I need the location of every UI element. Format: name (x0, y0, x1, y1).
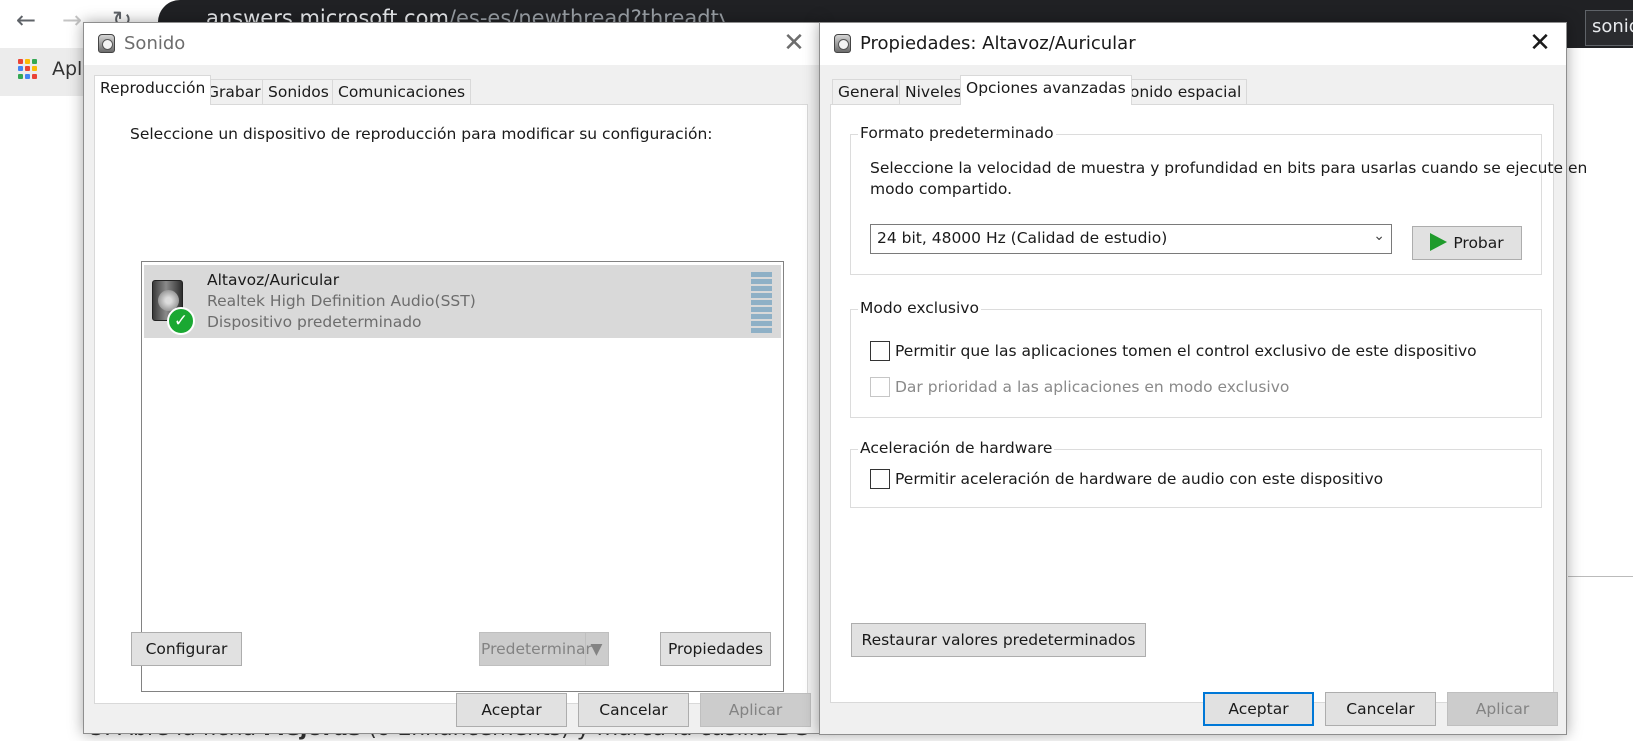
default-format-legend: Formato predeterminado (858, 124, 1056, 142)
test-button[interactable]: Probar (1412, 226, 1522, 260)
ok-button[interactable]: Aceptar (1203, 692, 1314, 726)
playback-panel: Seleccione un dispositivo de reproducció… (94, 104, 808, 704)
test-button-label: Probar (1453, 234, 1504, 252)
tab-sonidos[interactable]: Sonidos (262, 79, 335, 105)
checkmark-icon: ✓ (167, 307, 195, 335)
allow-exclusive-checkbox[interactable] (870, 341, 890, 361)
priority-checkbox[interactable] (870, 377, 890, 397)
chevron-down-icon: ⌄ (1373, 228, 1385, 244)
ok-button[interactable]: Aceptar (456, 693, 567, 727)
tab-opciones-avanzadas[interactable]: Opciones avanzadas (960, 75, 1132, 105)
exclusive-mode-group: Modo exclusivo Permitir que las aplicaci… (850, 299, 1542, 418)
hw-acceleration-label[interactable]: Permitir aceleración de hardware de audi… (895, 470, 1383, 488)
back-arrow-icon[interactable]: ← (16, 6, 36, 34)
close-icon[interactable]: ✕ (1520, 27, 1560, 61)
volume-meter (751, 272, 772, 333)
format-description-line1: Seleccione la velocidad de muestra y pro… (870, 159, 1588, 177)
priority-label[interactable]: Dar prioridad a las aplicaciones en modo… (895, 378, 1289, 396)
restore-defaults-button[interactable]: Restaurar valores predeterminados (851, 623, 1146, 657)
page-divider (1568, 576, 1633, 577)
device-status: Dispositivo predeterminado (207, 313, 422, 331)
list-item[interactable]: ✓ Altavoz/Auricular Realtek High Definit… (144, 265, 781, 338)
tab-reproduccion[interactable]: Reproducción (94, 75, 212, 105)
format-description-line2: modo compartido. (870, 180, 1013, 198)
dialog-title: Propiedades: Altavoz/Auricular (860, 33, 1136, 54)
speaker-title-icon (98, 34, 115, 53)
format-select[interactable]: 24 bit, 48000 Hz (Calidad de estudio) ⌄ (870, 224, 1392, 254)
properties-button[interactable]: Propiedades (660, 632, 771, 666)
play-icon (1430, 233, 1448, 251)
instruction-text: Seleccione un dispositivo de reproducció… (130, 125, 713, 143)
tab-general[interactable]: General (832, 79, 906, 105)
format-select-value: 24 bit, 48000 Hz (Calidad de estudio) (877, 229, 1168, 247)
tab-comunicaciones[interactable]: Comunicaciones (332, 79, 472, 105)
speaker-title-icon (834, 34, 851, 53)
close-icon[interactable]: ✕ (774, 27, 814, 61)
advanced-panel: Formato predeterminado Seleccione la vel… (830, 104, 1587, 703)
search-input[interactable]: sonido (1585, 10, 1633, 46)
properties-dialog: Propiedades: Altavoz/Auricular ✕ General… (819, 22, 1587, 735)
exclusive-mode-legend: Modo exclusivo (858, 299, 981, 317)
device-driver: Realtek High Definition Audio(SST) (207, 292, 476, 310)
device-name: Altavoz/Auricular (207, 271, 340, 289)
default-format-group: Formato predeterminado Seleccione la vel… (850, 124, 1587, 275)
dialog-title: Sonido (124, 33, 186, 54)
allow-exclusive-label[interactable]: Permitir que las aplicaciones tomen el c… (895, 342, 1477, 360)
hardware-acceleration-group: Aceleración de hardware Permitir acelera… (850, 439, 1542, 508)
sound-dialog: Sonido ✕ Reproducción Grabar Sonidos Com… (83, 22, 820, 734)
forward-arrow-icon[interactable]: → (62, 6, 82, 34)
apply-button[interactable]: Aplicar (1447, 692, 1558, 726)
configure-button[interactable]: Configurar (131, 632, 242, 666)
set-default-label: Predeterminar (481, 640, 592, 658)
tab-niveles[interactable]: Niveles (899, 79, 968, 105)
chevron-down-icon[interactable]: ▼ (585, 633, 607, 665)
apps-grid-icon[interactable] (18, 59, 38, 79)
cancel-button[interactable]: Cancelar (578, 693, 689, 727)
title-bar: Propiedades: Altavoz/Auricular ✕ (820, 23, 1566, 65)
set-default-button[interactable]: Predeterminar▼ (479, 632, 609, 666)
tab-sonido-espacial[interactable]: Sonido espacial (1114, 79, 1248, 105)
apply-button[interactable]: Aplicar (700, 693, 811, 727)
title-bar: Sonido ✕ (84, 23, 819, 65)
hardware-acceleration-legend: Aceleración de hardware (858, 439, 1055, 457)
device-list[interactable]: ✓ Altavoz/Auricular Realtek High Definit… (141, 261, 784, 692)
hw-acceleration-checkbox[interactable] (870, 469, 890, 489)
cancel-button[interactable]: Cancelar (1325, 692, 1436, 726)
